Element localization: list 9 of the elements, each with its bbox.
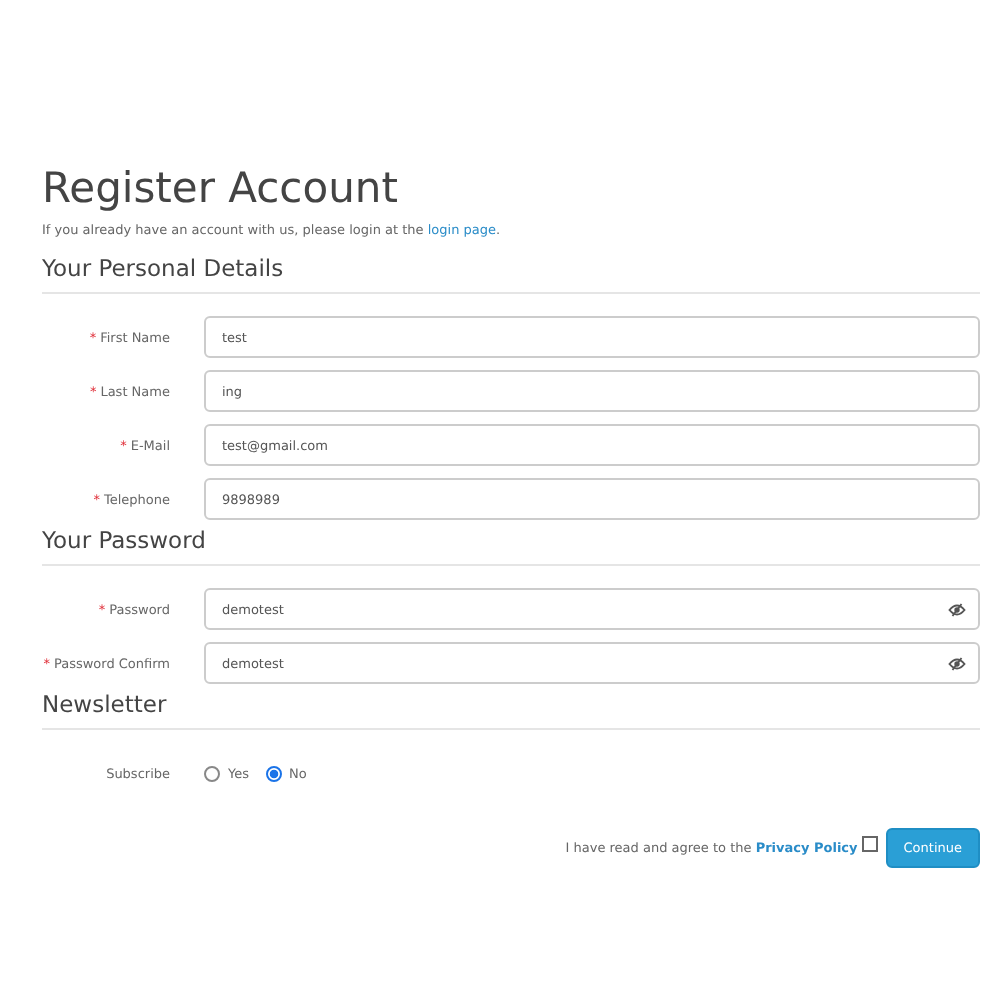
section-heading: Your Password: [42, 526, 980, 566]
section-heading: Newsletter: [42, 690, 980, 730]
hidden-eye-icon[interactable]: [948, 601, 966, 617]
radio-button[interactable]: [204, 765, 220, 781]
section-heading: Your Personal Details: [42, 254, 980, 294]
page-title: Register Account: [42, 164, 400, 212]
hidden-eye-icon[interactable]: [948, 655, 966, 671]
agree-checkbox[interactable]: [861, 836, 878, 852]
radio-button[interactable]: [265, 765, 281, 781]
